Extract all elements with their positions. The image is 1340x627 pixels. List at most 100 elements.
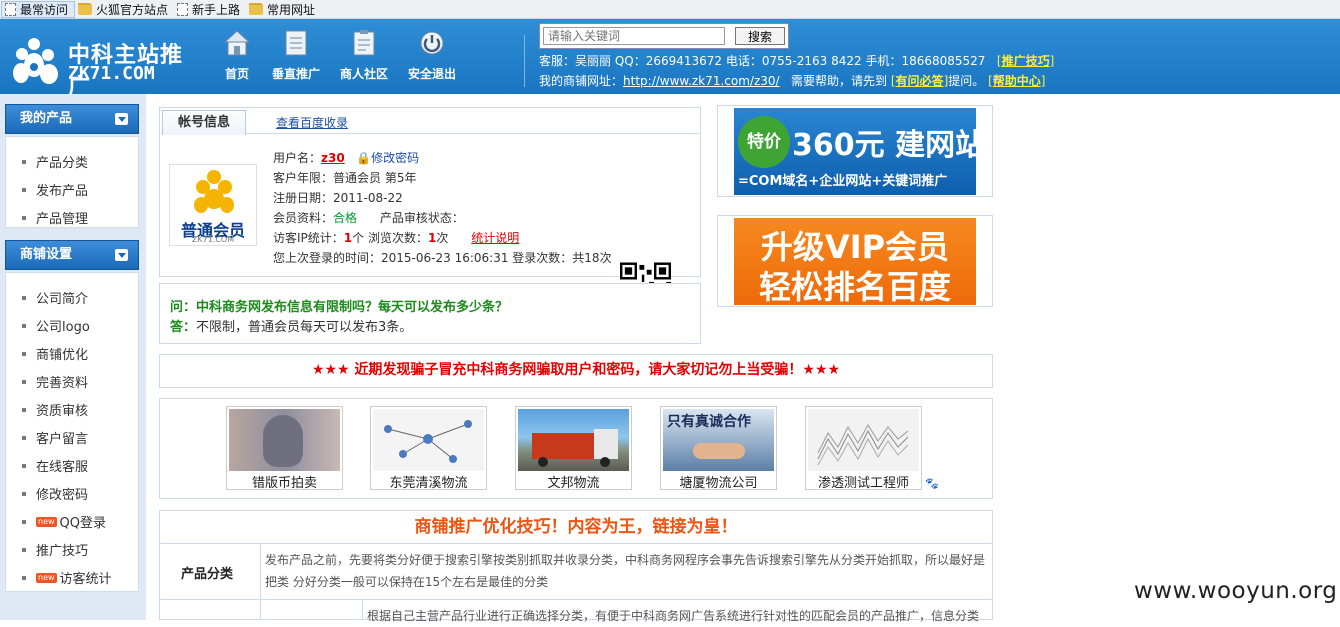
profile-row: 会员资料：合格 产品审核状态： bbox=[273, 211, 464, 225]
logo-text-en: ZK71.COM bbox=[68, 63, 155, 84]
sidebar-item-company-intro[interactable]: 公司简介 bbox=[22, 288, 88, 307]
watermark: www.wooyun.org bbox=[1134, 578, 1338, 604]
bullet-icon bbox=[22, 575, 26, 580]
thumb-wenbang-logistics[interactable]: 文邦物流 bbox=[515, 406, 632, 491]
bullet-icon bbox=[22, 159, 26, 164]
faq-answer: 答：不限制，普通会员每天可以发布3条。 bbox=[170, 320, 413, 335]
visitor-stats-row: 访客IP统计：1个 浏览次数：1次 统计说明 bbox=[273, 231, 520, 245]
document-icon bbox=[285, 30, 307, 56]
site-header: 中科主站推广 ZK71.COM 首页 垂直推广 商人社区 安全退出 请输入关键词… bbox=[0, 19, 1340, 100]
bookmarks-bar: 最常访问 火狐官方站点 新手上路 常用网址 bbox=[0, 0, 1340, 19]
sidebar-item-online-service[interactable]: 在线客服 bbox=[22, 456, 88, 475]
clipboard-icon bbox=[353, 30, 375, 56]
reg-date-row: 注册日期：2011-08-22 bbox=[273, 191, 403, 205]
page-icon bbox=[177, 2, 189, 16]
home-icon bbox=[224, 30, 250, 56]
nav-logout[interactable]: 安全退出 bbox=[408, 29, 456, 82]
account-tabs: 帐号信息 查看百度收录 bbox=[161, 110, 699, 135]
tips-row-head-category: 产品分类 bbox=[181, 567, 234, 582]
faq-question: 问：中科商务网发布信息有限制吗？每天可以发布多少条？ bbox=[170, 300, 509, 315]
sidebar-item-company-logo[interactable]: 公司logo bbox=[22, 316, 90, 335]
sidebar-item-promo-tips[interactable]: 推广技巧 bbox=[22, 540, 88, 559]
sidebar-item-messages[interactable]: 客户留言 bbox=[22, 428, 88, 447]
sale-badge-icon: 特价 bbox=[738, 116, 790, 168]
fraud-warning: ★★★ 近期发现骗子冒充中科商务网骗取用户和密码，请大家切记勿上当受骗！★★★ bbox=[311, 362, 841, 378]
bullet-icon bbox=[22, 519, 26, 524]
ad-upgrade-vip[interactable]: 升级VIP会员 轻松排名百度 bbox=[717, 215, 993, 307]
ad2-line2: 轻松排名百度 bbox=[758, 268, 951, 306]
nav-merchant-community[interactable]: 商人社区 bbox=[340, 29, 388, 82]
folder-icon bbox=[249, 3, 264, 15]
new-badge: new bbox=[36, 516, 57, 527]
network-diagram-image bbox=[373, 409, 484, 471]
sidebar-item-publish-product[interactable]: 发布产品 bbox=[22, 180, 88, 199]
sidebar-section-shop-settings[interactable]: 商铺设置 bbox=[5, 240, 139, 270]
sidebar: 我的产品 产品分类 发布产品 产品管理 商铺设置 公司简介 公司logo 商铺优… bbox=[0, 94, 146, 620]
ad-build-website[interactable]: 特价 360元 建网站 =COM域名+企业网站+关键词推广 bbox=[717, 105, 993, 197]
bookmark-firefox-official[interactable]: 火狐官方站点 bbox=[75, 1, 174, 18]
stats-info-link[interactable]: 统计说明 bbox=[471, 231, 519, 245]
truck-image bbox=[518, 409, 629, 471]
tips-title: 商铺推广优化技巧！内容为王，链接为皇！ bbox=[414, 517, 738, 537]
tab-baidu-index[interactable]: 查看百度收录 bbox=[276, 114, 348, 131]
last-login-row: 您上次登录的时间：2015-06-23 16:06:31 登录次数：共18次 bbox=[273, 251, 612, 265]
thumb-tangxia-logistics[interactable]: 只有真诚合作 塘厦物流公司 bbox=[660, 406, 777, 491]
sidebar-item-product-category[interactable]: 产品分类 bbox=[22, 152, 88, 171]
collapse-icon[interactable] bbox=[115, 249, 128, 261]
ad-banner-orange: 升级VIP会员 轻松排名百度 bbox=[734, 218, 976, 306]
tips-row-text-3: 根据自己主营产品行业进行正确选择分类，有便于中科商务网广告系统进行针对性的匹配会… bbox=[367, 609, 980, 623]
bookmark-most-visited[interactable]: 最常访问 bbox=[1, 0, 76, 18]
ad-banner-blue: 特价 360元 建网站 =COM域名+企业网站+关键词推广 bbox=[734, 108, 985, 195]
shop-url-link[interactable]: http://www.zk71.com/z30/ bbox=[623, 74, 780, 88]
search-button[interactable]: 搜索 bbox=[735, 27, 785, 45]
nav-vertical-promotion[interactable]: 垂直推广 bbox=[272, 29, 320, 82]
people-logo-icon bbox=[13, 38, 58, 84]
years-row: 客户年限：普通会员 第5年 bbox=[273, 171, 417, 185]
tips-link[interactable]: 推广技巧 bbox=[1002, 54, 1050, 68]
sidebar-item-qq-login[interactable]: new QQ登录 bbox=[22, 512, 106, 531]
thumb-pentest-engineer[interactable]: 渗透测试工程师 bbox=[805, 406, 922, 491]
sidebar-item-shop-optimize[interactable]: 商铺优化 bbox=[22, 344, 88, 363]
bullet-icon bbox=[22, 187, 26, 192]
faq-link[interactable]: 有问必答 bbox=[896, 74, 944, 88]
help-center-link[interactable]: 帮助中心 bbox=[993, 74, 1041, 88]
username-link[interactable]: z30 bbox=[321, 151, 345, 165]
handshake-image: 只有真诚合作 bbox=[663, 409, 774, 471]
paw-icon[interactable]: 🐾 bbox=[925, 477, 939, 490]
nav-home[interactable]: 首页 bbox=[224, 29, 250, 82]
search-input[interactable] bbox=[543, 27, 725, 45]
bookmark-common-sites[interactable]: 常用网址 bbox=[246, 1, 321, 18]
bullet-icon bbox=[22, 351, 26, 356]
ad1-subtitle: =COM域名+企业网站+关键词推广 bbox=[738, 174, 948, 189]
sidebar-item-complete-profile[interactable]: 完善资料 bbox=[22, 372, 88, 391]
bullet-icon bbox=[22, 295, 26, 300]
sidebar-section-my-products[interactable]: 我的产品 bbox=[5, 104, 139, 134]
sidebar-item-product-manage[interactable]: 产品管理 bbox=[22, 208, 88, 227]
bullet-icon bbox=[22, 323, 26, 328]
tips-table: 产品分类 发布产品之前，先要将类分好便于搜索引擎按类别抓取并收录分类，中科商务网… bbox=[159, 543, 993, 623]
site-logo[interactable]: 中科主站推广 ZK71.COM bbox=[12, 37, 202, 100]
bullet-icon bbox=[22, 379, 26, 384]
collapse-icon[interactable] bbox=[115, 113, 128, 125]
tab-account-info[interactable]: 帐号信息 bbox=[162, 110, 246, 135]
change-password-link[interactable]: 修改密码 bbox=[371, 151, 419, 165]
folder-icon bbox=[78, 3, 93, 15]
sidebar-item-visitor-stats[interactable]: new 访客统计 bbox=[22, 568, 112, 587]
member-badge-sub: ZK71.COM bbox=[191, 235, 235, 244]
mesh-chart-icon bbox=[817, 424, 909, 466]
sidebar-item-qualification[interactable]: 资质审核 bbox=[22, 400, 88, 419]
sidebar-item-change-password[interactable]: 修改密码 bbox=[22, 484, 88, 503]
bullet-icon bbox=[22, 435, 26, 440]
ad1-title: 360元 建网站 bbox=[792, 128, 986, 163]
lock-icon: 🔒 bbox=[356, 151, 372, 165]
banknote-image bbox=[229, 409, 340, 471]
search-box: 搜索 bbox=[539, 23, 789, 49]
bullet-icon bbox=[22, 547, 26, 552]
header-divider bbox=[524, 35, 525, 87]
bullet-icon bbox=[22, 215, 26, 220]
thumb-error-coin[interactable]: 错版币拍卖 bbox=[226, 406, 343, 491]
thumb-dongguan-logistics[interactable]: 东莞清溪物流 bbox=[370, 406, 487, 491]
bookmark-getting-started[interactable]: 新手上路 bbox=[174, 1, 246, 18]
contact-info: 客服：吴丽丽 QQ：2669413672 电话：0755-2163 8422 手… bbox=[539, 54, 1055, 68]
username-row: 用户名：z30 🔒修改密码 bbox=[273, 151, 420, 165]
